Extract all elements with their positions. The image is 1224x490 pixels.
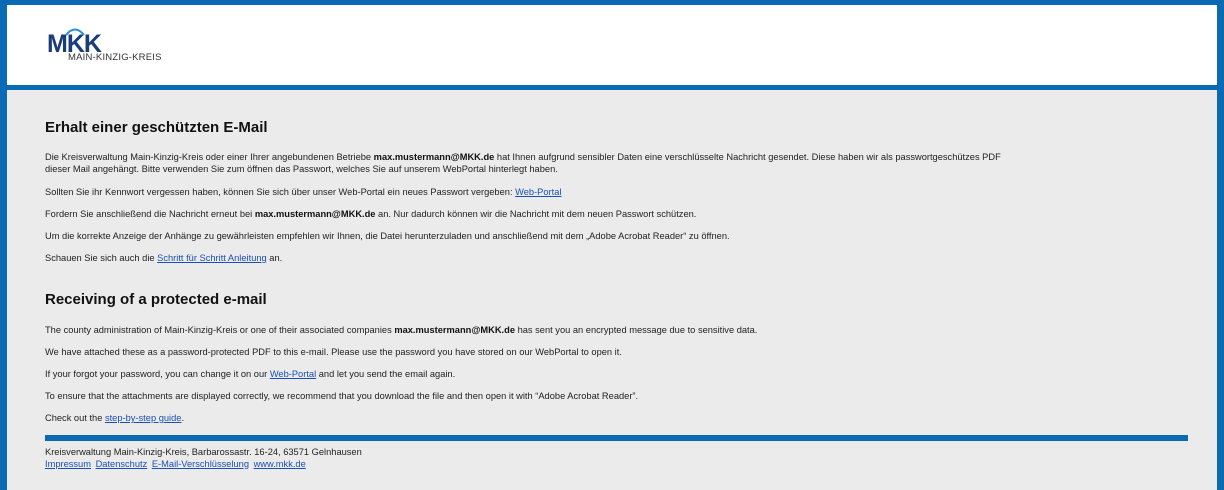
text: Die Kreisverwaltung Main-Kinzig-Kreis od…	[45, 152, 374, 162]
footer-divider	[45, 435, 1188, 441]
text: hat Ihnen aufgrund sensibler Daten eine …	[494, 152, 1001, 162]
text: Schauen Sie sich auch die	[45, 253, 158, 263]
logo-subtitle: MAIN-KINZIG-KREIS	[68, 52, 162, 63]
heading-english: Receiving of a protected e-mail	[45, 291, 267, 308]
footer: Kreisverwaltung Main-Kinzig-Kreis, Barba…	[45, 447, 362, 470]
footer-links: Impressum Datenschutz E-Mail-Verschlüsse…	[45, 459, 362, 471]
text: Sollten Sie ihr Kennwort vergessen haben…	[45, 187, 516, 197]
email-address: max.mustermann@MKK.de	[254, 209, 376, 219]
mkk-logo: MKK MAIN-KINZIG-KREIS	[47, 28, 161, 63]
text: and let you send the email again.	[316, 369, 456, 379]
guide-link-english[interactable]: step-by-step guide	[105, 413, 182, 423]
datenschutz-link[interactable]: Datenschutz	[96, 459, 148, 469]
german-paragraph-1-line-2: dieser Mail angehängt. Bitte verwenden S…	[45, 164, 558, 174]
web-portal-link[interactable]: Web-Portal	[270, 369, 316, 379]
text: an.	[266, 253, 283, 263]
english-paragraph-1: The county administration of Main-Kinzig…	[45, 325, 757, 337]
german-paragraph-2: Sollten Sie ihr Kennwort vergessen haben…	[45, 187, 561, 199]
email-encryption-link[interactable]: E-Mail-Verschlüsselung	[152, 459, 249, 469]
email-address: max.mustermann@MKK.de	[394, 325, 515, 335]
english-paragraph-3: If your forgot your password, you can ch…	[45, 369, 455, 381]
german-paragraph-4: Um die korrekte Anzeige der Anhänge zu g…	[45, 231, 730, 241]
heading-german: Erhalt einer geschützten E-Mail	[45, 119, 268, 136]
german-paragraph-5: Schauen Sie sich auch die Schritt für Sc…	[45, 253, 282, 265]
website-link[interactable]: www.mkk.de	[254, 459, 306, 469]
german-paragraph-1: Die Kreisverwaltung Main-Kinzig-Kreis od…	[45, 152, 1001, 164]
footer-address: Kreisverwaltung Main-Kinzig-Kreis, Barba…	[45, 447, 362, 457]
guide-link-german[interactable]: Schritt für Schritt Anleitung	[157, 253, 267, 263]
impressum-link[interactable]: Impressum	[45, 459, 91, 469]
german-paragraph-3: Fordern Sie anschließend die Nachricht e…	[45, 209, 696, 221]
header-divider	[7, 85, 1217, 90]
text: .	[181, 413, 185, 423]
english-paragraph-2: We have attached these as a password-pro…	[45, 347, 622, 357]
web-portal-link[interactable]: Web-Portal	[515, 187, 561, 197]
text: an. Nur dadurch können wir die Nachricht…	[375, 209, 697, 219]
text: If your forgot your password, you can ch…	[45, 369, 270, 379]
text: The county administration of Main-Kinzig…	[45, 325, 395, 335]
english-paragraph-4: To ensure that the attachments are displ…	[45, 391, 639, 401]
text: Fordern Sie anschließend die Nachricht e…	[45, 209, 255, 219]
email-address: max.mustermann@MKK.de	[373, 152, 495, 162]
text: Check out the	[45, 413, 105, 423]
text: has sent you an encrypted message due to…	[514, 325, 758, 335]
email-header: MKK MAIN-KINZIG-KREIS	[7, 5, 1217, 85]
logo-arc-icon	[65, 28, 85, 36]
english-paragraph-5: Check out the step-by-step guide.	[45, 413, 184, 425]
